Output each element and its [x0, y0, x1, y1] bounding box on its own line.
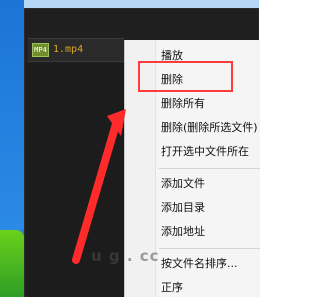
playlist-item[interactable]: MP4 1.mp4 — [28, 38, 124, 62]
menu-item-label: 添加目录 — [161, 201, 205, 214]
menu-item-open-file-location[interactable]: 打开选中文件所在 — [125, 140, 260, 164]
menu-item-label: 删除(删除所选文件) — [161, 121, 258, 134]
menu-item-add-folder[interactable]: 添加目录 — [125, 196, 260, 220]
desktop-left-panel — [0, 0, 24, 230]
menu-item-add-file[interactable]: 添加文件 — [125, 172, 260, 196]
menu-separator — [159, 168, 260, 169]
menu-item-ascending[interactable]: 正序 — [125, 276, 260, 297]
menu-item-label: 添加地址 — [161, 225, 205, 238]
menu-item-label: 添加文件 — [161, 177, 205, 190]
menu-item-delete-selected-files[interactable]: 删除(删除所选文件) — [125, 116, 260, 140]
mp4-file-icon: MP4 — [32, 43, 49, 57]
delete-highlight-box — [138, 61, 233, 92]
desktop-green-shape — [0, 230, 24, 297]
menu-item-delete-all[interactable]: 删除所有 — [125, 92, 260, 116]
menu-separator — [159, 248, 260, 249]
menu-item-label: 按文件名排序... — [161, 257, 238, 270]
playlist-file-name: 1.mp4 — [53, 44, 84, 55]
menu-item-add-url[interactable]: 添加地址 — [125, 220, 260, 244]
menu-item-label: 删除所有 — [161, 97, 205, 110]
watermark-text: u g . cc — [91, 247, 160, 265]
menu-item-label: 正序 — [161, 281, 183, 294]
menu-item-label: 打开选中文件所在 — [161, 145, 249, 158]
